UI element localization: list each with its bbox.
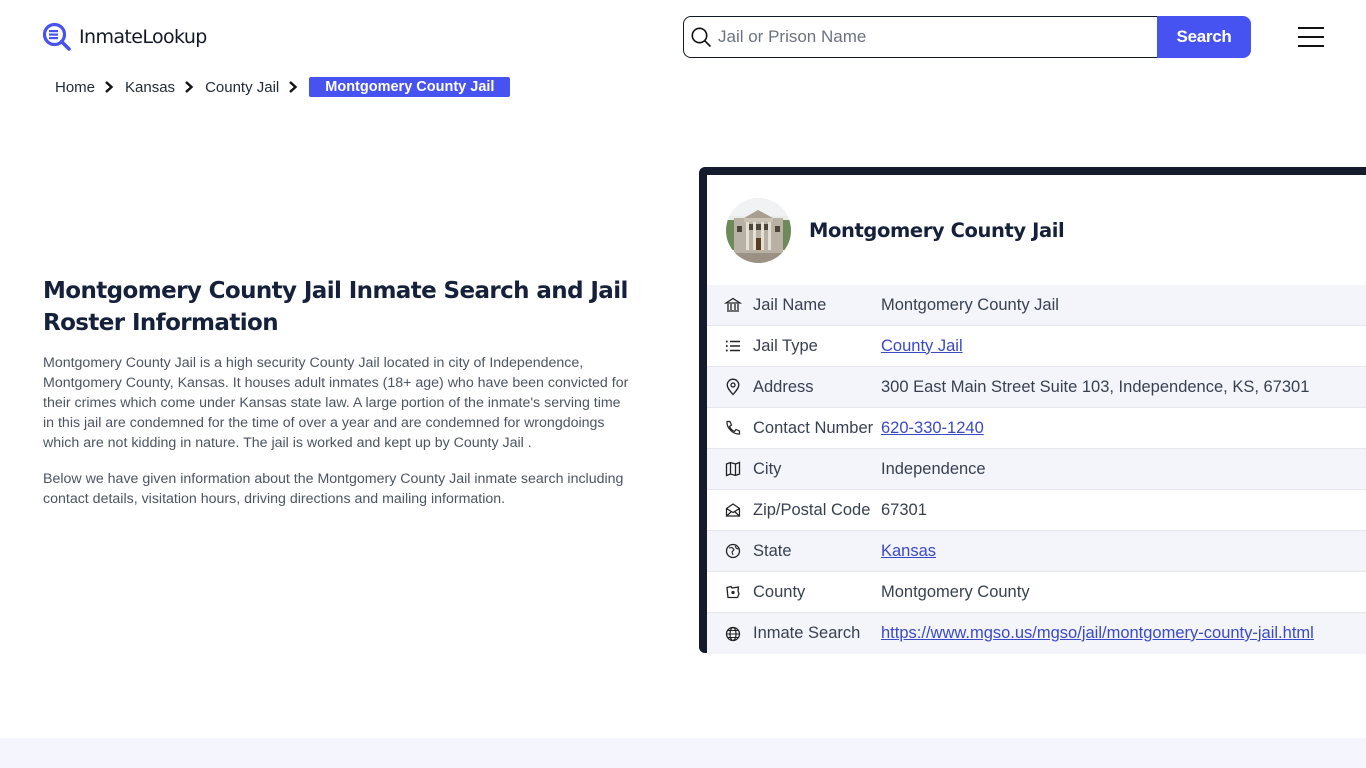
inmate-search-link[interactable]: https://www.mgso.us/mgso/jail/montgomery…: [881, 624, 1314, 642]
intro-paragraph: Montgomery County Jail is a high securit…: [43, 355, 629, 451]
card-title: Montgomery County Jail: [809, 218, 1065, 242]
info-row-zip: Zip/Postal Code 67301: [707, 490, 1366, 531]
site-header: InmateLookup Search: [0, 0, 1366, 72]
row-value: 67301: [881, 500, 927, 519]
logo-text: InmateLookup: [79, 26, 207, 48]
mail-open-icon: [725, 503, 741, 517]
row-value: Kansas: [881, 542, 936, 561]
info-row-inmate-search: Inmate Search https://www.mgso.us/mgso/j…: [707, 613, 1366, 654]
row-label: State: [753, 541, 792, 560]
info-row-county: County Montgomery County: [707, 572, 1366, 613]
search-icon: [691, 27, 711, 47]
page-title: Montgomery County Jail Inmate Search and…: [43, 278, 628, 336]
row-label: Address: [753, 377, 814, 396]
hamburger-menu-icon[interactable]: [1298, 27, 1324, 47]
row-value: 300 East Main Street Suite 103, Independ…: [881, 377, 1310, 396]
logo-search-icon: [42, 22, 71, 51]
menu-line: [1298, 36, 1324, 38]
menu-line: [1298, 45, 1324, 47]
row-value: Montgomery County Jail: [881, 295, 1059, 314]
logo[interactable]: InmateLookup: [42, 22, 207, 52]
row-label: Inmate Search: [753, 624, 861, 642]
row-label: Jail Type: [753, 336, 818, 355]
search-field[interactable]: [683, 16, 1157, 58]
row-label: County: [753, 582, 806, 601]
globe-state-icon: [725, 543, 741, 559]
chevron-right-icon: [185, 81, 194, 93]
info-row-jail-type: Jail Type County Jail: [707, 326, 1366, 367]
phone-link[interactable]: 620-330-1240: [881, 419, 984, 437]
info-row-state: State Kansas: [707, 531, 1366, 572]
intro-paragraph: Below we have given information about th…: [43, 471, 624, 507]
list-icon: [725, 340, 740, 352]
info-row-address: Address 300 East Main Street Suite 103, …: [707, 367, 1366, 408]
breadcrumb-home[interactable]: Home: [55, 79, 95, 96]
info-row-jail-name: Jail Name Montgomery County Jail: [707, 285, 1366, 326]
chevron-right-icon: [289, 81, 298, 93]
breadcrumb: Home Kansas County Jail Montgomery Count…: [55, 76, 511, 98]
intro-section: Montgomery County Jail Inmate Search and…: [43, 275, 633, 525]
card-body: Montgomery County Jail Jail Name Montgom…: [707, 175, 1366, 654]
chevron-right-icon: [105, 81, 114, 93]
row-value: Montgomery County: [881, 582, 1030, 601]
bank-icon: [724, 297, 742, 312]
info-table: Jail Name Montgomery County Jail Jail Ty…: [707, 285, 1366, 654]
info-row-contact-number: Contact Number 620-330-1240: [707, 408, 1366, 449]
search-input[interactable]: [718, 27, 1138, 47]
row-label: Jail Name: [753, 295, 827, 314]
row-value: https://www.mgso.us/mgso/jail/montgomery…: [881, 624, 1314, 643]
jail-type-link[interactable]: County Jail: [881, 337, 963, 355]
search-bar: Search: [683, 16, 1251, 58]
row-label: Zip/Postal Code: [753, 500, 871, 519]
globe-icon: [725, 626, 741, 641]
breadcrumb-current: Montgomery County Jail: [309, 77, 511, 97]
info-row-city: City Independence: [707, 449, 1366, 490]
courthouse-image-icon: [726, 197, 791, 263]
card-header: Montgomery County Jail: [707, 175, 1366, 285]
jail-photo: [726, 197, 791, 263]
breadcrumb-county-jail[interactable]: County Jail: [205, 79, 279, 96]
row-label: Contact Number: [753, 418, 874, 437]
row-label: City: [753, 459, 782, 478]
row-value: Independence: [881, 459, 986, 478]
state-link[interactable]: Kansas: [881, 542, 936, 560]
row-value: 620-330-1240: [881, 419, 984, 438]
search-button[interactable]: Search: [1157, 16, 1251, 58]
map-icon: [725, 461, 741, 477]
phone-icon: [726, 420, 741, 435]
county-icon: [726, 585, 740, 599]
row-value: County Jail: [881, 337, 963, 356]
map-pin-icon: [726, 378, 740, 396]
footer-band: [0, 738, 1366, 768]
breadcrumb-kansas[interactable]: Kansas: [125, 79, 175, 96]
menu-line: [1298, 27, 1324, 29]
jail-info-card: Montgomery County Jail Jail Name Montgom…: [699, 167, 1366, 654]
